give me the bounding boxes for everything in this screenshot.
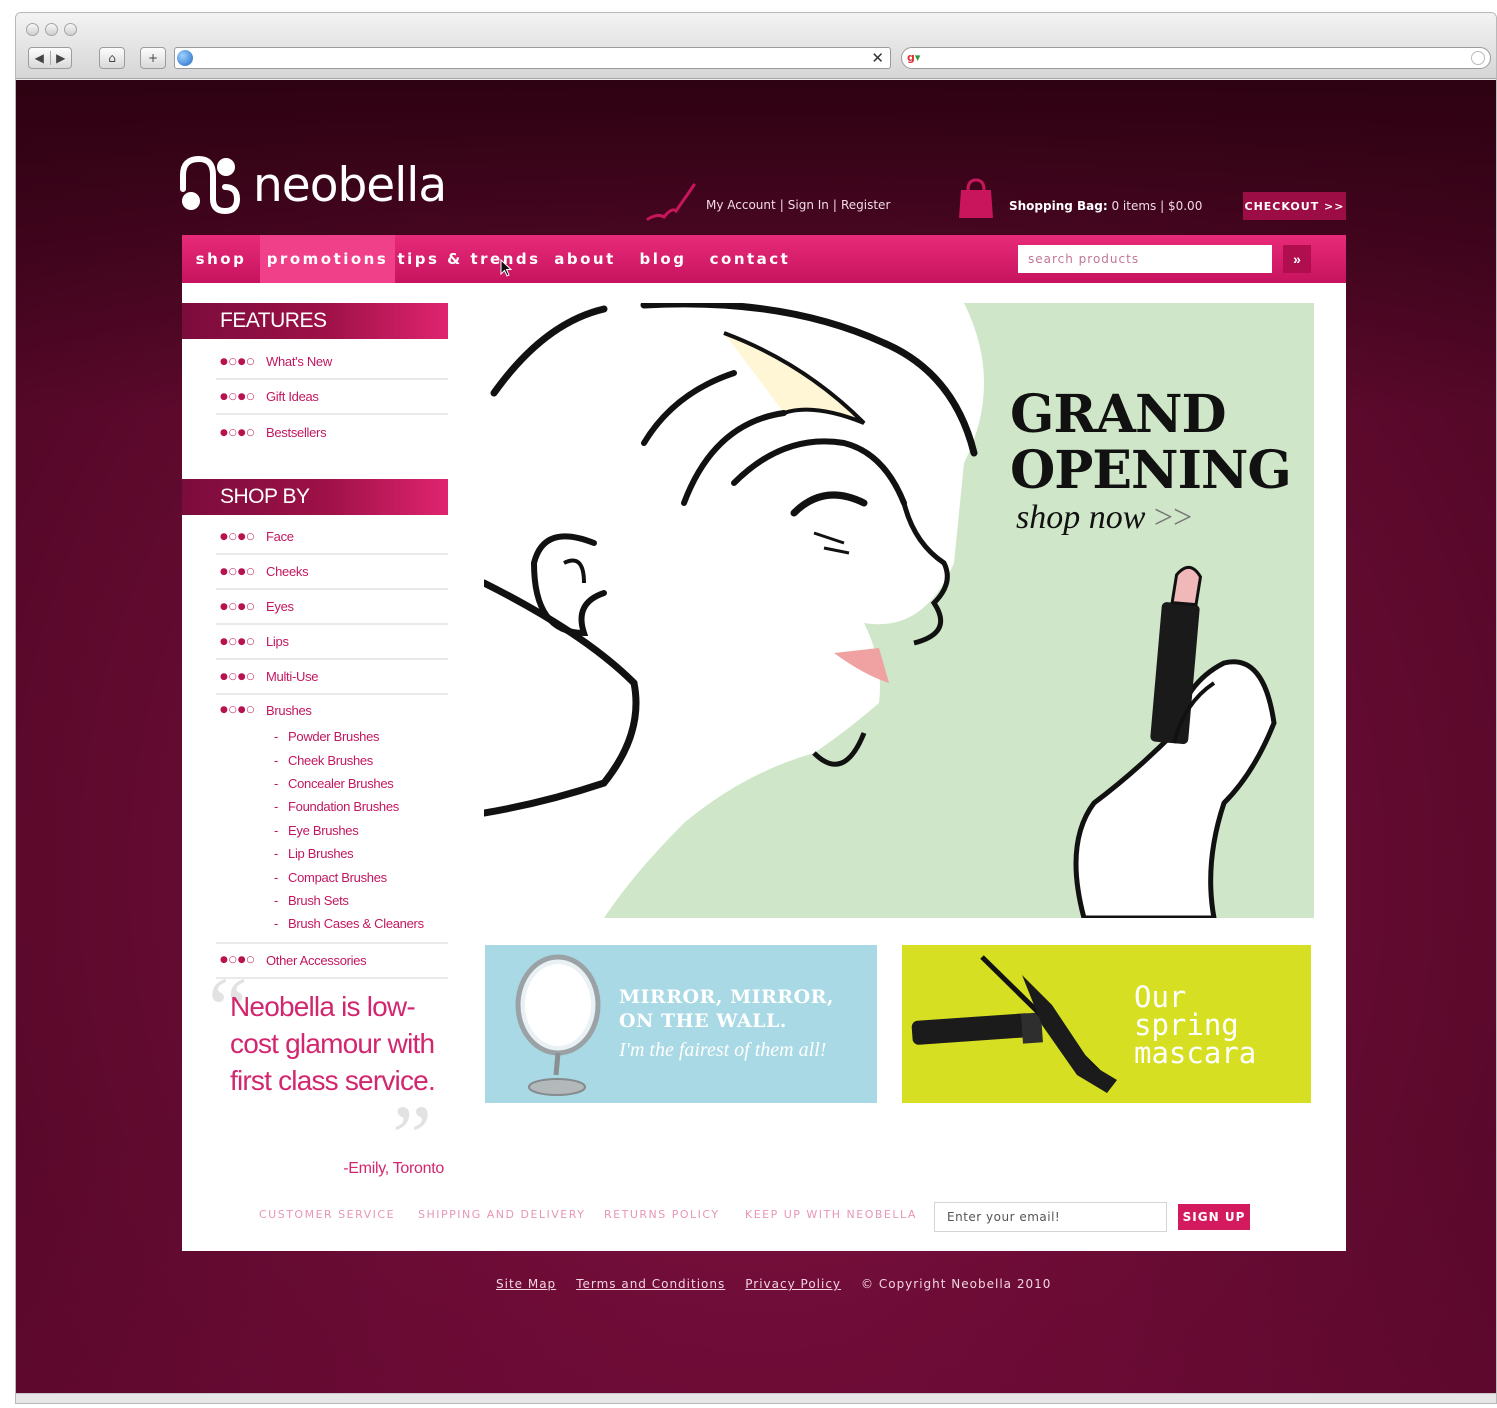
sidebar-item-other-accessories[interactable]: ●○●○ Other Accessories	[216, 944, 448, 979]
footer-customer-service-link[interactable]: CUSTOMER SERVICE	[259, 1208, 395, 1221]
bag-info: 0 items | $0.00	[1107, 199, 1203, 213]
nav-shop[interactable]: shop	[182, 235, 260, 283]
product-search-input[interactable]	[1018, 245, 1272, 273]
close-window-button[interactable]	[26, 23, 39, 36]
mascara-tube-icon	[911, 955, 1117, 1093]
sidebar-item-face[interactable]: ●○●○ Face	[216, 520, 448, 555]
shopping-bag-summary[interactable]: Shopping Bag: 0 items | $0.00	[1009, 199, 1202, 213]
page-viewport: neobella My Account | Sign In | Register Sho…	[16, 80, 1496, 1403]
bullet-dots-icon: ●○●○	[220, 601, 256, 612]
google-icon[interactable]: g▾	[907, 51, 927, 65]
hero-title: GRAND OPENING	[1010, 384, 1292, 501]
shop-now-link[interactable]: shop now >>	[1016, 499, 1192, 537]
neobella-logo[interactable]: neobella	[179, 155, 479, 215]
sign-up-button[interactable]: SIGN UP	[1178, 1204, 1250, 1230]
checkout-button[interactable]: CHECKOUT >>	[1243, 192, 1346, 220]
footer-returns-link[interactable]: RETURNS POLICY	[604, 1208, 720, 1221]
bullet-dots-icon: ●○●○	[220, 356, 256, 367]
home-icon[interactable]: ⌂	[99, 47, 125, 69]
nav-blog[interactable]: blog	[627, 235, 699, 283]
footer-shipping-link[interactable]: SHIPPING AND DELIVERY	[418, 1208, 585, 1221]
sidebar-item-cheeks[interactable]: ●○●○ Cheeks	[216, 555, 448, 590]
subitem-eye-brushes[interactable]: - Eye Brushes	[274, 819, 448, 842]
sidebar-item-eyes[interactable]: ●○●○ Eyes	[216, 590, 448, 625]
window-controls	[26, 23, 77, 36]
footer-keep-up-label: KEEP UP WITH NEOBELLA	[745, 1208, 917, 1221]
nav-tips-trends[interactable]: tips & trends	[395, 235, 543, 283]
subitem-powder-brushes[interactable]: - Powder Brushes	[274, 725, 448, 748]
terms-conditions-link[interactable]: Terms and Conditions	[576, 1277, 725, 1291]
bottom-legal-links: Site Map Terms and Conditions Privacy Poli…	[496, 1277, 1051, 1291]
search-clear-icon[interactable]	[1471, 51, 1485, 65]
stop-loading-icon[interactable]: ✕	[871, 49, 884, 67]
bullet-dots-icon: ●○●○	[220, 531, 256, 542]
history-nav: ◀ ▶	[28, 47, 72, 69]
mirror-promo-banner[interactable]: MIRROR, MIRROR, ON THE WALL. I'm the fair…	[485, 945, 877, 1103]
browser-window: ◀ ▶ ⌂ + ✕ g▾ neobella My Account | Sign …	[15, 12, 1497, 1404]
grand-opening-banner[interactable]: GRAND OPENING shop now >>	[484, 303, 1314, 918]
hand-mirror-icon	[515, 954, 601, 1096]
address-bar[interactable]: ✕	[174, 47, 891, 69]
subitem-brush-sets[interactable]: - Brush Sets	[274, 889, 448, 912]
bullet-dots-icon: ●○●○	[220, 391, 256, 402]
main-nav: shop promotions tips & trends about blog…	[182, 235, 1346, 283]
subitem-compact-brushes[interactable]: - Compact Brushes	[274, 865, 448, 888]
mirror-promo-subtitle: I'm the fairest of them all!	[619, 1039, 827, 1061]
logo-text: neobella	[253, 158, 447, 213]
my-account-link[interactable]: My Account	[706, 198, 776, 212]
bullet-dots-icon: ●○●○	[220, 671, 256, 682]
shop-by-header: SHOP BY	[182, 479, 448, 515]
bullet-dots-icon: ●○●○	[220, 566, 256, 577]
sidebar-item-multi-use[interactable]: ●○●○ Multi-Use	[216, 660, 448, 695]
copyright-text: © Copyright Neobella 2010	[861, 1277, 1052, 1291]
brushes-submenu: - Powder Brushes - Cheek Brushes - Conceale…	[216, 725, 448, 944]
nav-about[interactable]: about	[543, 235, 627, 283]
globe-icon	[177, 50, 193, 66]
bag-label: Shopping Bag:	[1009, 199, 1108, 213]
testimonial-author: -Emily, Toronto	[343, 1160, 444, 1177]
nav-promotions[interactable]: promotions	[260, 235, 395, 283]
sign-in-link[interactable]: Sign In	[788, 198, 829, 212]
shop-by-list: ●○●○ Face ●○●○ Cheeks ●○●○ Eyes ●○●○ Lips ●○…	[216, 520, 448, 979]
mascara-promo-banner[interactable]: Our spring mascara	[902, 945, 1311, 1103]
sidebar-item-lips[interactable]: ●○●○ Lips	[216, 625, 448, 660]
subitem-cheek-brushes[interactable]: - Cheek Brushes	[274, 748, 448, 771]
subitem-concealer-brushes[interactable]: - Concealer Brushes	[274, 772, 448, 795]
bullet-dots-icon: ●○●○	[220, 427, 256, 438]
shopping-bag-icon[interactable]	[958, 178, 994, 220]
testimonial-quote: Neobella is low-cost glamour with first …	[230, 991, 436, 1096]
mouse-cursor-icon	[500, 259, 512, 277]
newsletter-email-input[interactable]	[934, 1202, 1167, 1232]
subitem-lip-brushes[interactable]: - Lip Brushes	[274, 842, 448, 865]
bullet-dots-icon: ●○●○	[220, 636, 256, 647]
features-header: FEATURES	[182, 303, 448, 339]
product-search-button[interactable]: »	[1283, 245, 1311, 273]
back-arrow-icon[interactable]: ◀	[29, 51, 50, 65]
zoom-window-button[interactable]	[64, 23, 77, 36]
browser-toolbar: ◀ ▶ ⌂ + ✕ g▾	[16, 13, 1496, 79]
content-panel: FEATURES ●○●○ What's New ●○●○ Gift Ideas ●…	[182, 283, 1346, 1251]
mirror-promo-title: MIRROR, MIRROR, ON THE WALL.	[619, 986, 835, 1032]
forward-arrow-icon[interactable]: ▶	[49, 51, 72, 65]
nav-contact[interactable]: contact	[699, 235, 801, 283]
features-list: ●○●○ What's New ●○●○ Gift Ideas ●○●○ Bestse…	[216, 345, 448, 450]
site-map-link[interactable]: Site Map	[496, 1277, 556, 1291]
privacy-policy-link[interactable]: Privacy Policy	[745, 1277, 841, 1291]
sidebar-item-gift-ideas[interactable]: ●○●○ Gift Ideas	[216, 380, 448, 415]
browser-status-bar	[16, 1393, 1496, 1403]
sidebar-item-whats-new[interactable]: ●○●○ What's New	[216, 345, 448, 380]
account-links: My Account | Sign In | Register	[706, 198, 891, 212]
neobella-logo-icon	[180, 155, 241, 215]
register-link[interactable]: Register	[841, 198, 890, 212]
bullet-dots-icon: ●○●○	[220, 705, 256, 715]
subitem-foundation-brushes[interactable]: - Foundation Brushes	[274, 795, 448, 818]
minimize-window-button[interactable]	[45, 23, 58, 36]
sidebar-item-brushes[interactable]: ●○●○ Brushes	[216, 695, 448, 725]
sidebar-item-bestsellers[interactable]: ●○●○ Bestsellers	[216, 415, 448, 450]
subitem-brush-cases-cleaners[interactable]: - Brush Cases & Cleaners	[274, 912, 448, 935]
mascara-promo-title: Our spring mascara	[1134, 980, 1257, 1070]
account-swoosh-icon	[646, 183, 696, 221]
add-bookmark-icon[interactable]: +	[140, 47, 166, 69]
browser-search-field[interactable]: g▾	[901, 47, 1491, 69]
